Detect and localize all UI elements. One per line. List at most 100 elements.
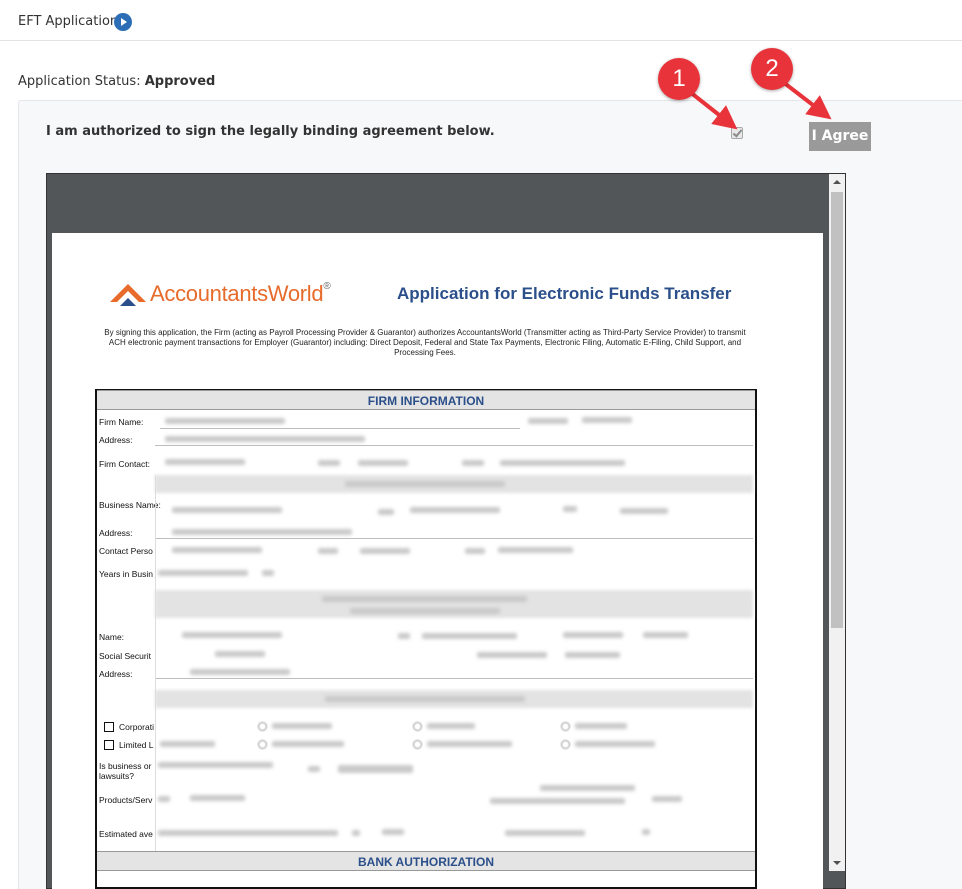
redacted-field	[262, 570, 274, 576]
redacted-field	[172, 529, 352, 535]
redacted-field	[565, 652, 620, 658]
redacted-field	[360, 548, 410, 554]
officer-address-label: Address:	[99, 669, 133, 679]
redacted-field	[427, 723, 475, 729]
social-security-label: Social Securit	[99, 651, 151, 661]
firm-address-label: Address:	[99, 435, 133, 445]
redacted-field	[477, 652, 547, 658]
play-circle-icon[interactable]	[114, 13, 132, 31]
redacted-field	[158, 796, 170, 802]
redacted-field	[382, 829, 404, 835]
callout-badge-1: 1	[658, 58, 700, 100]
contact-person-label: Contact Perso	[99, 546, 153, 556]
redacted-option	[561, 722, 570, 731]
scroll-down-arrow-icon[interactable]	[829, 855, 845, 871]
i-agree-button[interactable]: I Agree	[809, 122, 871, 151]
status-value: Approved	[144, 74, 216, 89]
redacted-field	[272, 723, 332, 729]
llc-checkbox	[104, 740, 114, 750]
logo-registered-mark: ®	[323, 281, 331, 292]
limited-label: Limited L	[119, 740, 154, 750]
redacted-field	[410, 507, 500, 513]
accountantsworld-logo-icon	[110, 284, 146, 306]
redacted-field	[165, 418, 285, 424]
redacted-field	[642, 829, 650, 835]
redacted-option	[413, 722, 422, 731]
redacted-option	[561, 740, 570, 749]
corporation-checkbox	[104, 722, 114, 732]
document-intro: By signing this application, the Firm (a…	[104, 328, 746, 357]
field-underline	[155, 445, 753, 446]
redacted-field	[490, 798, 625, 804]
redacted-field	[378, 509, 394, 515]
logo-name: AccountantsWorld	[150, 281, 324, 306]
field-underline	[160, 428, 520, 429]
redacted-field	[575, 741, 655, 747]
officer-name-label: Name:	[99, 632, 125, 642]
column-divider	[155, 475, 156, 851]
redacted-field	[563, 506, 577, 512]
redacted-field	[272, 741, 344, 747]
redacted-field	[322, 596, 527, 602]
redacted-field	[540, 785, 635, 791]
redacted-field	[345, 481, 505, 487]
redacted-field	[172, 507, 282, 513]
redacted-option	[258, 722, 267, 731]
redacted-field	[190, 795, 245, 801]
redacted-field	[620, 508, 668, 514]
redacted-field	[427, 741, 512, 747]
authorization-statement: I am authorized to sign the legally bind…	[46, 124, 495, 139]
viewer-scrollbar[interactable]	[829, 174, 845, 871]
field-underline	[155, 538, 753, 539]
firm-contact-label: Firm Contact:	[99, 459, 151, 469]
redacted-field	[582, 417, 632, 423]
redacted-field	[652, 796, 682, 802]
redacted-field	[160, 741, 215, 747]
redacted-field	[528, 418, 568, 424]
redacted-field	[358, 460, 408, 466]
redacted-field	[500, 460, 625, 466]
redacted-field	[352, 830, 360, 836]
redacted-field	[158, 570, 248, 576]
logo-wordmark: AccountantsWorld®	[150, 281, 331, 307]
field-underline	[155, 678, 753, 679]
callout-badge-2: 2	[751, 48, 793, 90]
document-title: Application for Electronic Funds Transfe…	[397, 284, 732, 303]
redacted-field	[308, 766, 320, 772]
redacted-option	[413, 740, 422, 749]
redacted-field	[182, 632, 282, 638]
firm-information-title: FIRM INFORMATION	[367, 394, 485, 408]
corporation-label: Corporati	[119, 722, 154, 732]
estimated-average-label: Estimated ave	[99, 829, 153, 839]
redacted-field	[398, 633, 410, 639]
bank-authorization-title: BANK AUTHORIZATION	[358, 855, 494, 869]
redacted-option	[258, 740, 267, 749]
redacted-field	[338, 765, 413, 773]
redacted-field	[165, 459, 245, 465]
redacted-field	[505, 830, 585, 836]
redacted-field	[498, 547, 573, 553]
scroll-up-arrow-icon[interactable]	[829, 174, 845, 190]
redacted-field	[158, 830, 338, 836]
page-title: EFT Application	[18, 14, 119, 29]
redacted-field	[465, 548, 485, 554]
application-status: Application Status: Approved	[18, 74, 215, 89]
authorization-checkbox[interactable]	[731, 127, 743, 139]
scroll-thumb[interactable]	[831, 192, 843, 628]
redacted-field	[318, 548, 338, 554]
years-in-business-label: Years in Busin	[99, 569, 154, 579]
redacted-field	[325, 696, 525, 702]
redacted-field	[563, 632, 623, 638]
page-header: EFT Application	[0, 0, 962, 41]
products-services-label: Products/Serv	[99, 795, 153, 805]
redacted-field	[318, 460, 340, 466]
business-name-label: Business Name:	[99, 500, 161, 510]
is-business-label: Is business or lawsuits?	[99, 761, 152, 781]
redacted-field	[350, 608, 500, 614]
status-label: Application Status:	[18, 74, 141, 89]
redacted-field	[575, 723, 627, 729]
firm-name-label: Firm Name:	[99, 417, 144, 427]
business-address-label: Address:	[99, 528, 133, 538]
redacted-field	[190, 669, 290, 675]
redacted-field	[158, 762, 273, 768]
